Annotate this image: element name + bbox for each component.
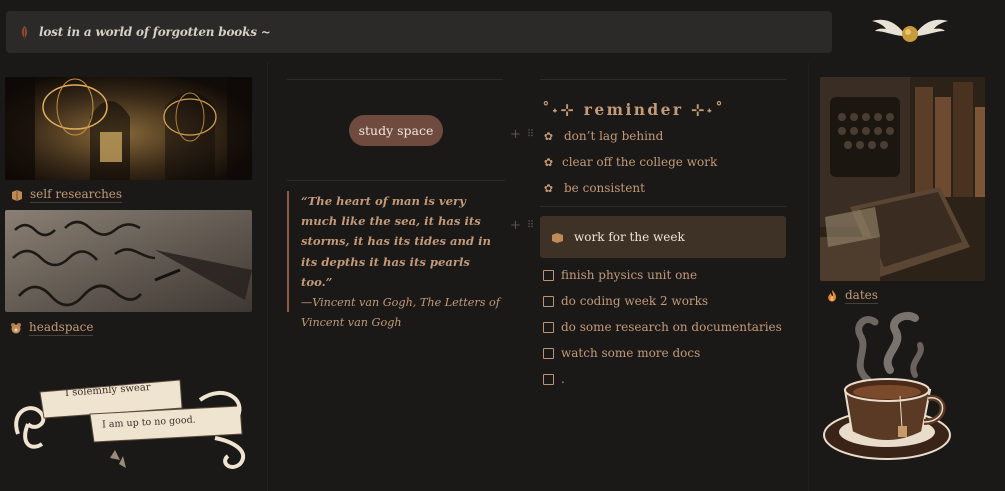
- section-divider: [287, 180, 505, 181]
- reminder-item: ✿ clear off the college work: [543, 155, 717, 169]
- book-icon: [11, 189, 23, 201]
- block-handle[interactable]: + ⠿: [510, 218, 534, 233]
- quote-attribution: —Vincent van Gogh, The Letters of Vincen…: [301, 296, 500, 330]
- dates-label: dates: [845, 288, 878, 304]
- reminder-text: clear off the college work: [562, 155, 718, 169]
- flower-icon: ✿: [543, 155, 554, 169]
- checkbox[interactable]: [543, 269, 554, 281]
- todo-text[interactable]: watch some more docs: [561, 346, 700, 360]
- flower-icon: ✿: [543, 181, 554, 195]
- checkbox[interactable]: [543, 347, 554, 359]
- todo-text[interactable]: do some research on documentaries: [561, 320, 782, 334]
- todo-item[interactable]: watch some more docs: [543, 346, 700, 360]
- add-block-icon[interactable]: +: [510, 218, 521, 233]
- todo-item[interactable]: do some research on documentaries: [543, 320, 782, 334]
- section-divider: [540, 206, 786, 207]
- flower-icon: ✿: [543, 129, 554, 143]
- section-divider: [540, 79, 786, 80]
- book-icon: [552, 232, 563, 243]
- checkbox[interactable]: [543, 321, 554, 333]
- dates-caption[interactable]: dates: [826, 288, 878, 304]
- van-gogh-quote: “The heart of man is very much like the …: [287, 191, 503, 329]
- reminder-heading: ˚˖⊹ reminder ⊹˖˚: [542, 100, 726, 119]
- self-researches-caption[interactable]: self researches: [11, 187, 123, 203]
- column-divider: [267, 62, 268, 491]
- drag-handle-icon[interactable]: ⠿: [527, 220, 534, 231]
- reminder-text: be consistent: [564, 181, 645, 195]
- checkbox[interactable]: [543, 295, 554, 307]
- reminder-item: ✿ be consistent: [543, 181, 645, 195]
- self-researches-label: self researches: [30, 187, 123, 203]
- typewriter-books-image: [820, 77, 985, 281]
- teddy-bear-icon: [10, 322, 22, 334]
- flame-icon: [826, 290, 838, 302]
- todo-item[interactable]: .: [543, 372, 565, 386]
- add-block-icon[interactable]: +: [510, 127, 521, 142]
- library-hall-image: [5, 77, 252, 180]
- coffee-cup-illustration: [820, 310, 955, 470]
- page-banner: lost in a world of forgotten books ~: [6, 11, 832, 53]
- todo-text[interactable]: do coding week 2 works: [561, 294, 708, 308]
- drag-handle-icon[interactable]: ⠿: [527, 129, 534, 140]
- section-divider: [287, 79, 503, 80]
- study-space-button[interactable]: study space: [349, 115, 443, 146]
- block-handle[interactable]: + ⠿: [510, 127, 534, 142]
- todo-item[interactable]: finish physics unit one: [543, 268, 697, 282]
- reminder-text: don’t lag behind: [564, 129, 664, 143]
- quote-text: “The heart of man is very much like the …: [301, 194, 491, 289]
- todo-item[interactable]: do coding week 2 works: [543, 294, 708, 308]
- work-for-the-week-callout[interactable]: work for the week: [540, 216, 786, 258]
- leaf-icon: [20, 25, 29, 40]
- checkbox[interactable]: [543, 373, 554, 385]
- golden-snitch-icon: [872, 14, 948, 46]
- callout-text: work for the week: [574, 230, 685, 244]
- reminder-item: ✿ don’t lag behind: [543, 129, 663, 143]
- column-divider: [808, 62, 809, 491]
- solemnly-swear-ribbon: I solemnly swear I am up to no good.: [10, 372, 255, 472]
- handwriting-image: [5, 210, 252, 312]
- banner-text[interactable]: lost in a world of forgotten books ~: [39, 25, 271, 39]
- todo-text[interactable]: .: [561, 372, 565, 386]
- headspace-caption[interactable]: headspace: [10, 320, 94, 336]
- todo-text[interactable]: finish physics unit one: [561, 268, 697, 282]
- headspace-label: headspace: [29, 320, 94, 336]
